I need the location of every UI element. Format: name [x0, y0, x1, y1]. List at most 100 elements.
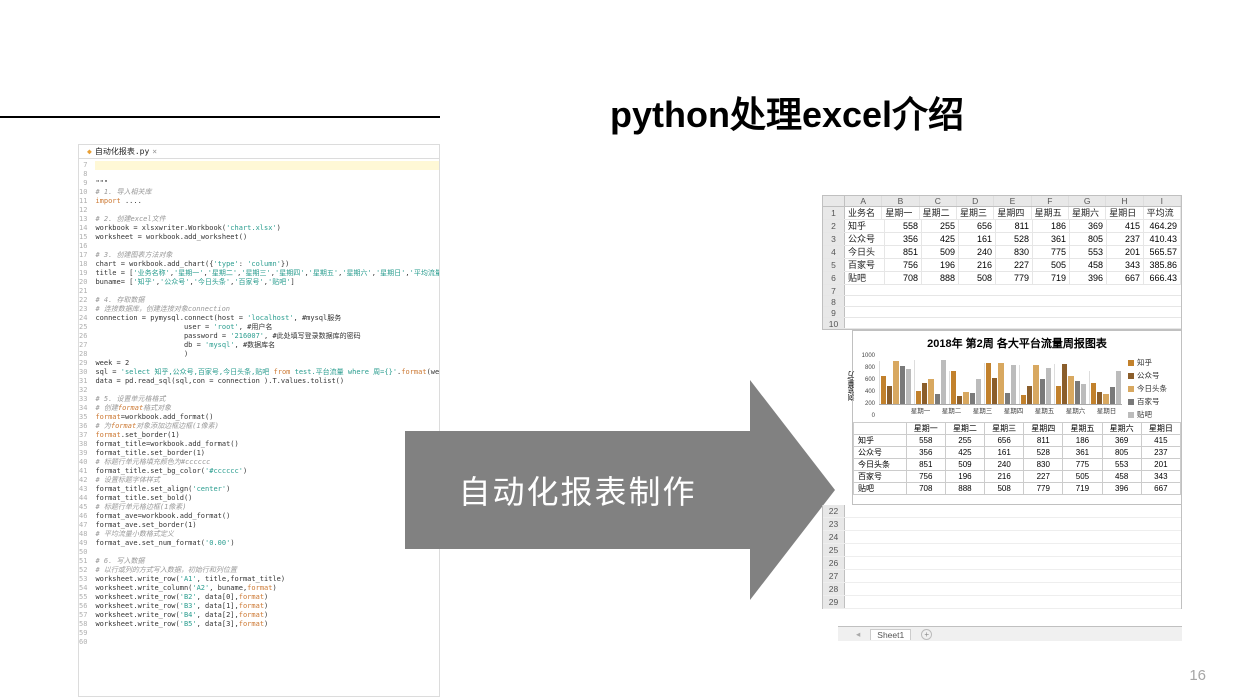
cell[interactable]: 558 — [885, 220, 922, 232]
cell[interactable]: 361 — [1033, 233, 1070, 245]
row-header[interactable]: 29 — [823, 596, 845, 608]
col-header[interactable]: B — [882, 196, 919, 206]
header-cell[interactable]: 星期日 — [1106, 207, 1143, 219]
cell[interactable]: 356 — [885, 233, 922, 245]
col-header[interactable]: E — [994, 196, 1031, 206]
row-header[interactable]: 28 — [823, 583, 845, 595]
code-content[interactable]: 自动报表excel数据及报分图 """# 1. 导入相关库import ....… — [90, 159, 440, 647]
row-header[interactable]: 9 — [823, 307, 845, 317]
cell[interactable]: 216 — [959, 259, 996, 271]
row-header[interactable]: 7 — [823, 285, 845, 295]
cell[interactable]: 565.57 — [1144, 246, 1181, 258]
cell[interactable]: 公众号 — [845, 233, 885, 245]
editor-tab[interactable]: ◆ 自动化报表.py × — [87, 146, 157, 157]
col-header[interactable]: F — [1032, 196, 1069, 206]
cell[interactable]: 343 — [1107, 259, 1144, 271]
cell[interactable]: 458 — [1070, 259, 1107, 271]
header-cell[interactable]: 平均流量 — [1144, 207, 1181, 219]
bar — [1056, 386, 1061, 404]
cell[interactable]: 779 — [996, 272, 1033, 284]
cell[interactable]: 775 — [1033, 246, 1070, 258]
close-icon[interactable]: × — [152, 147, 157, 156]
cell[interactable]: 240 — [959, 246, 996, 258]
row-header[interactable]: 2 — [823, 220, 845, 232]
col-header[interactable]: A — [845, 196, 882, 206]
select-all-corner[interactable] — [823, 196, 845, 206]
cell[interactable]: 425 — [922, 233, 959, 245]
cell[interactable]: 666.43 — [1144, 272, 1181, 284]
cell[interactable]: 186 — [1033, 220, 1070, 232]
xtick: 星期四 — [998, 405, 1029, 415]
row-header[interactable]: 23 — [823, 518, 845, 530]
row-header[interactable]: 8 — [823, 296, 845, 306]
cell[interactable]: 805 — [1070, 233, 1107, 245]
chart-table-row: 公众号356425161528361805237 — [854, 447, 1181, 459]
row-header[interactable]: 3 — [823, 233, 845, 245]
cell[interactable]: 464.29 — [1144, 220, 1181, 232]
row-header[interactable]: 26 — [823, 557, 845, 569]
cell[interactable]: 237 — [1107, 233, 1144, 245]
cell[interactable]: 161 — [959, 233, 996, 245]
header-cell[interactable]: 业务名称 — [845, 207, 882, 219]
cell[interactable]: 今日头条 — [845, 246, 885, 258]
cell[interactable]: 410.43 — [1144, 233, 1181, 245]
cell[interactable]: 851 — [885, 246, 922, 258]
cell[interactable]: 505 — [1033, 259, 1070, 271]
row-header[interactable]: 1 — [823, 207, 845, 219]
row-header[interactable]: 10 — [823, 318, 845, 328]
header-cell[interactable]: 星期五 — [1032, 207, 1069, 219]
cell[interactable]: 830 — [996, 246, 1033, 258]
row-header[interactable]: 6 — [823, 272, 845, 284]
bar-group — [879, 361, 912, 404]
bar — [1068, 376, 1073, 404]
col-header[interactable]: H — [1106, 196, 1143, 206]
row-header[interactable]: 4 — [823, 246, 845, 258]
bar — [1097, 392, 1102, 404]
header-cell[interactable]: 星期三 — [957, 207, 994, 219]
col-header[interactable]: I — [1144, 196, 1181, 206]
cell[interactable]: 396 — [1070, 272, 1107, 284]
bar — [1040, 379, 1045, 404]
row-header[interactable]: 24 — [823, 531, 845, 543]
cell[interactable]: 719 — [1033, 272, 1070, 284]
col-header[interactable]: C — [920, 196, 957, 206]
add-sheet-icon[interactable]: + — [921, 629, 932, 640]
cell[interactable]: 196 — [922, 259, 959, 271]
cell[interactable]: 756 — [885, 259, 922, 271]
cell[interactable]: 811 — [996, 220, 1033, 232]
cell[interactable]: 贴吧 — [845, 272, 885, 284]
cell[interactable]: 508 — [959, 272, 996, 284]
cell[interactable]: 888 — [922, 272, 959, 284]
cell[interactable]: 201 — [1107, 246, 1144, 258]
cell[interactable]: 369 — [1070, 220, 1107, 232]
legend-item: 公众号 — [1128, 370, 1179, 381]
cell[interactable]: 708 — [885, 272, 922, 284]
cell[interactable]: 255 — [922, 220, 959, 232]
cell[interactable]: 509 — [922, 246, 959, 258]
cell[interactable]: 百家号 — [845, 259, 885, 271]
cell[interactable]: 227 — [996, 259, 1033, 271]
cell[interactable]: 528 — [996, 233, 1033, 245]
cell[interactable]: 385.86 — [1144, 259, 1181, 271]
cell[interactable]: 知乎 — [845, 220, 885, 232]
header-cell[interactable]: 星期一 — [882, 207, 919, 219]
cell[interactable]: 415 — [1107, 220, 1144, 232]
row-header[interactable]: 25 — [823, 544, 845, 556]
chart-legend: 知乎公众号今日头条百家号贴吧 — [1126, 353, 1181, 422]
sheet-prev-icon[interactable]: ◂ — [856, 629, 860, 640]
header-cell[interactable]: 星期六 — [1069, 207, 1106, 219]
col-header[interactable]: G — [1069, 196, 1106, 206]
cell[interactable]: 656 — [959, 220, 996, 232]
header-cell[interactable]: 星期二 — [920, 207, 957, 219]
header-cell[interactable]: 星期四 — [994, 207, 1031, 219]
row-header[interactable]: 27 — [823, 570, 845, 582]
chart-table-row: 今日头条851509240830775553201 — [854, 459, 1181, 471]
cell[interactable]: 667 — [1107, 272, 1144, 284]
row-header[interactable]: 22 — [823, 505, 845, 517]
col-header[interactable]: D — [957, 196, 994, 206]
cell[interactable]: 553 — [1070, 246, 1107, 258]
row-header[interactable]: 5 — [823, 259, 845, 271]
bar — [1027, 386, 1032, 404]
bar — [951, 371, 956, 404]
sheet-tab-label[interactable]: Sheet1 — [870, 629, 911, 640]
